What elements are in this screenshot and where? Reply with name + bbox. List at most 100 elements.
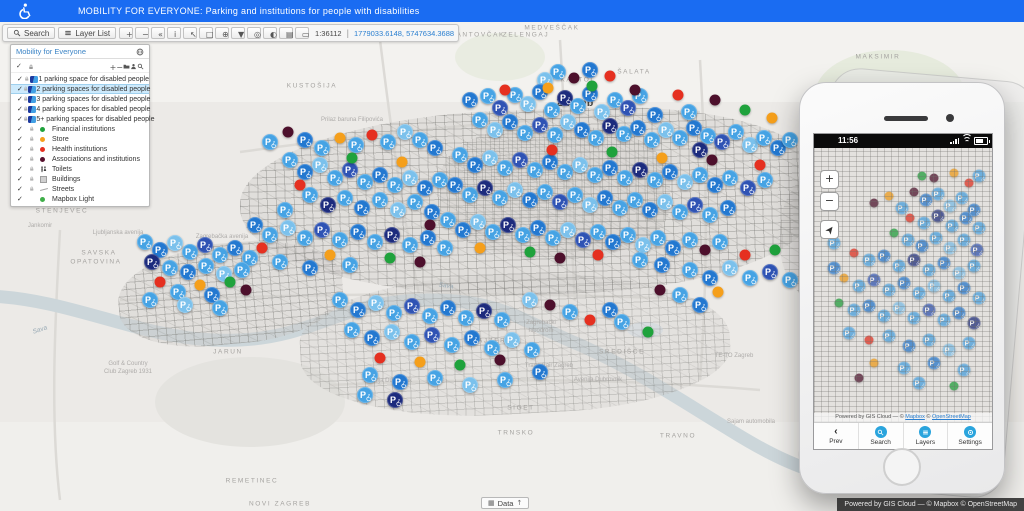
parking-marker[interactable]: P	[500, 217, 516, 233]
poi-marker[interactable]	[587, 81, 598, 92]
parking-marker[interactable]: P	[314, 140, 330, 156]
parking-marker[interactable]: P	[297, 230, 313, 246]
parking-marker[interactable]: P	[657, 194, 673, 210]
parking-marker[interactable]: P	[417, 180, 433, 196]
parking-marker[interactable]: P	[427, 370, 443, 386]
phone-zoom-in-button[interactable]: +	[820, 170, 839, 189]
parking-marker[interactable]: P	[630, 120, 646, 136]
parking-marker[interactable]: P	[973, 222, 986, 235]
parking-marker[interactable]: P	[342, 257, 358, 273]
parking-marker[interactable]: P	[512, 152, 528, 168]
parking-marker[interactable]: P	[650, 230, 666, 246]
parking-marker[interactable]: P	[476, 303, 492, 319]
poi-marker[interactable]	[770, 245, 781, 256]
parking-marker[interactable]: P	[913, 377, 926, 390]
poi-marker[interactable]	[593, 250, 604, 261]
parking-marker[interactable]: P	[582, 62, 598, 78]
phone-nav-settings[interactable]: Settings	[947, 423, 992, 449]
parking-marker[interactable]: P	[902, 234, 915, 247]
parking-marker[interactable]: P	[863, 254, 876, 267]
layer-visibility-check[interactable]: ✓	[17, 165, 29, 173]
parking-marker[interactable]: P	[590, 224, 606, 240]
parking-marker[interactable]: P	[635, 237, 651, 253]
layer-visibility-check[interactable]: ✓	[17, 135, 29, 143]
parking-marker[interactable]: P	[455, 222, 471, 238]
openstreetmap-link[interactable]: OpenStreetMap	[932, 414, 971, 420]
parking-marker[interactable]: P	[402, 237, 418, 253]
parking-marker[interactable]: P	[494, 312, 510, 328]
parking-marker[interactable]: P	[432, 172, 448, 188]
globe-icon[interactable]	[136, 48, 144, 56]
phone-map[interactable]: PPPPPPPPPPPPPPPPPPPPPPPPPPPPPPPPPPPPPPPP…	[814, 148, 992, 422]
parking-marker[interactable]: P	[337, 190, 353, 206]
full-extent-globe-button[interactable]: ◐	[263, 27, 277, 39]
parking-marker[interactable]: P	[714, 134, 730, 150]
poi-marker[interactable]	[225, 277, 236, 288]
poi-marker[interactable]	[870, 199, 879, 208]
layer-visibility-check[interactable]: ✓	[17, 155, 29, 163]
parking-marker[interactable]: P	[452, 147, 468, 163]
layer-row-8[interactable]: ✓Associations and institutions	[11, 154, 149, 164]
layer-row-4[interactable]: ✓5+ parking spaces for disabled people	[11, 114, 149, 124]
parking-marker[interactable]: P	[422, 308, 438, 324]
parking-marker[interactable]: P	[272, 254, 288, 270]
print-button[interactable]: ▤	[279, 27, 293, 39]
poi-marker[interactable]	[415, 257, 426, 268]
parking-marker[interactable]: P	[420, 230, 436, 246]
parking-marker[interactable]: P	[137, 234, 153, 250]
parking-marker[interactable]: P	[973, 292, 986, 305]
parking-marker[interactable]: P	[756, 130, 772, 146]
parking-marker[interactable]: P	[282, 152, 298, 168]
parking-marker[interactable]: P	[960, 212, 973, 225]
poi-marker[interactable]	[585, 315, 596, 326]
layer-lock-icon[interactable]	[29, 166, 40, 172]
parking-marker[interactable]: P	[424, 327, 440, 343]
parking-marker[interactable]: P	[427, 140, 443, 156]
parking-marker[interactable]: P	[682, 262, 698, 278]
parking-marker[interactable]: P	[492, 190, 508, 206]
poi-marker[interactable]	[713, 287, 724, 298]
previous-extent-button[interactable]: «	[151, 27, 165, 39]
poi-marker[interactable]	[555, 253, 566, 264]
poi-marker[interactable]	[700, 245, 711, 256]
poi-marker[interactable]	[525, 247, 536, 258]
parking-marker[interactable]: P	[672, 287, 688, 303]
user-icon[interactable]	[130, 63, 137, 72]
poi-marker[interactable]	[455, 360, 466, 371]
parking-marker[interactable]: P	[903, 340, 916, 353]
poi-marker[interactable]	[425, 220, 436, 231]
parking-marker[interactable]: P	[402, 170, 418, 186]
poi-marker[interactable]	[710, 95, 721, 106]
parking-marker[interactable]: P	[560, 222, 576, 238]
parking-marker[interactable]: P	[682, 232, 698, 248]
poi-marker[interactable]	[740, 105, 751, 116]
parking-marker[interactable]: P	[354, 200, 370, 216]
poi-marker[interactable]	[475, 243, 486, 254]
parking-marker[interactable]: P	[440, 300, 456, 316]
parking-marker[interactable]: P	[532, 364, 548, 380]
layer-visibility-check[interactable]: ✓	[17, 195, 29, 203]
parking-marker[interactable]: P	[692, 167, 708, 183]
parking-marker[interactable]: P	[384, 324, 400, 340]
parking-marker[interactable]: P	[472, 112, 488, 128]
parking-marker[interactable]: P	[722, 170, 738, 186]
poi-marker[interactable]	[295, 180, 306, 191]
mapbox-link[interactable]: Mapbox	[905, 414, 925, 420]
layer-visibility-check[interactable]: ✓	[17, 185, 29, 193]
parking-marker[interactable]: P	[868, 274, 881, 287]
parking-marker[interactable]: P	[582, 197, 598, 213]
parking-marker[interactable]: P	[853, 280, 866, 293]
poi-marker[interactable]	[607, 147, 618, 158]
parking-marker[interactable]: P	[916, 240, 929, 253]
parking-marker[interactable]: P	[632, 252, 648, 268]
poi-marker[interactable]	[950, 169, 959, 178]
parking-marker[interactable]: P	[372, 192, 388, 208]
phone-home-button[interactable]	[883, 448, 921, 486]
parking-marker[interactable]: P	[672, 130, 688, 146]
phone-nav-layers[interactable]: Layers	[903, 423, 948, 449]
parking-marker[interactable]: P	[973, 170, 986, 183]
parking-marker[interactable]: P	[407, 194, 423, 210]
poi-marker[interactable]	[415, 357, 426, 368]
parking-marker[interactable]: P	[464, 330, 480, 346]
parking-marker[interactable]: P	[958, 364, 971, 377]
